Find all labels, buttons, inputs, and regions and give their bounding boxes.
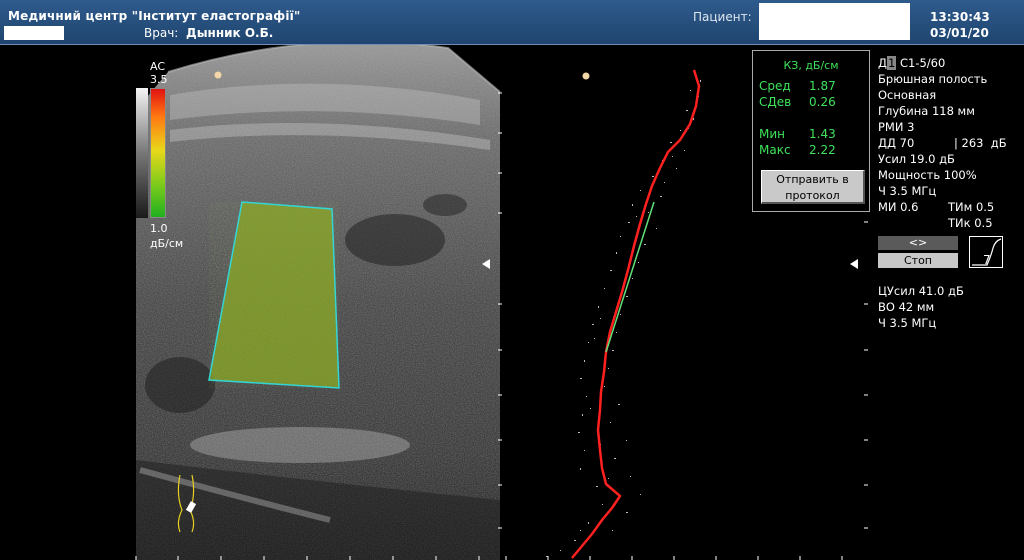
stop-button[interactable]: Стоп (878, 253, 958, 268)
max-value: 2.22 (809, 143, 836, 157)
header-bar: Медичний центр "Інститут еластографії" В… (0, 0, 1024, 45)
header-field-blank (4, 26, 64, 40)
gray-scale-bar (136, 88, 148, 218)
clock-time: 13:30:43 (930, 10, 990, 24)
scale-min: 1.0 (150, 222, 168, 235)
svg-text:7: 7 (983, 253, 991, 267)
param-tik: ТИк 0.5 (948, 216, 993, 230)
clinic-title: Медичний центр "Інститут еластографії" (8, 9, 301, 23)
results-title: КЗ, дБ/см (783, 59, 839, 72)
param-tim: ТИм 0.5 (948, 200, 995, 214)
max-label: Макс (759, 143, 791, 157)
param-region: Брюшная полость (878, 72, 988, 86)
param-dd: ДД 70 | 263 дБ (878, 136, 1007, 150)
param-preset: Основная (878, 88, 937, 102)
probe-name: С1-5/60 (899, 56, 946, 70)
param-depth: Глубина 118 мм (878, 104, 975, 118)
param-rmi: РМИ 3 (878, 120, 915, 134)
param-cgain: ЦУсил 41.0 дБ (878, 284, 964, 298)
attenuation-results-panel: КЗ, дБ/см Сред 1.87 СДев 0.26 Мин 1.43 М… (752, 50, 870, 212)
sd-label: СДев (759, 95, 792, 109)
param-gain: Усил 19.0 дБ (878, 152, 955, 166)
param-freq: Ч 3.5 МГц (878, 184, 937, 198)
mean-row: Сред 1.87 (759, 79, 836, 93)
param-power: Мощность 100% (878, 168, 977, 182)
attenuation-color-bar (150, 88, 166, 218)
send-button-line2: протокол (785, 189, 840, 202)
param-probe: Д1 С1-5/60 (878, 56, 945, 70)
gain-curve-icon[interactable]: 7 (969, 236, 1003, 268)
param-vo: ВО 42 мм (878, 300, 935, 314)
scale-max: 3.5 (150, 73, 168, 86)
param-mi: МИ 0.6 (878, 200, 919, 214)
min-value: 1.43 (809, 127, 836, 141)
mean-label: Сред (759, 79, 791, 93)
scale-label: AC (150, 60, 166, 73)
mean-value: 1.87 (809, 79, 836, 93)
nav-button[interactable]: <> (878, 236, 958, 250)
sd-value: 0.26 (809, 95, 836, 109)
max-row: Макс 2.22 (759, 143, 836, 157)
doctor-label: Врач: (144, 26, 179, 40)
send-button-line1: Отправить в (776, 173, 849, 186)
dd-value: ДД 70 (878, 136, 915, 150)
sd-row: СДев 0.26 (759, 95, 836, 109)
min-label: Мин (759, 127, 785, 141)
probe-index: 1 (886, 56, 897, 70)
scale-unit: дБ/см (150, 237, 184, 250)
param-freq2: Ч 3.5 МГц (878, 316, 937, 330)
doctor-name: Дынник О.Б. (186, 26, 274, 40)
patient-field[interactable] (759, 3, 910, 40)
min-row: Мин 1.43 (759, 127, 836, 141)
probe-prefix: Д (878, 56, 887, 70)
dd-db-value: | 263 дБ (954, 136, 1007, 150)
clock-date: 03/01/20 (930, 26, 989, 40)
patient-label: Пациент: (693, 10, 752, 24)
playback-controls: <> Стоп (878, 236, 958, 268)
send-to-protocol-button[interactable]: Отправить в протокол (761, 170, 865, 204)
